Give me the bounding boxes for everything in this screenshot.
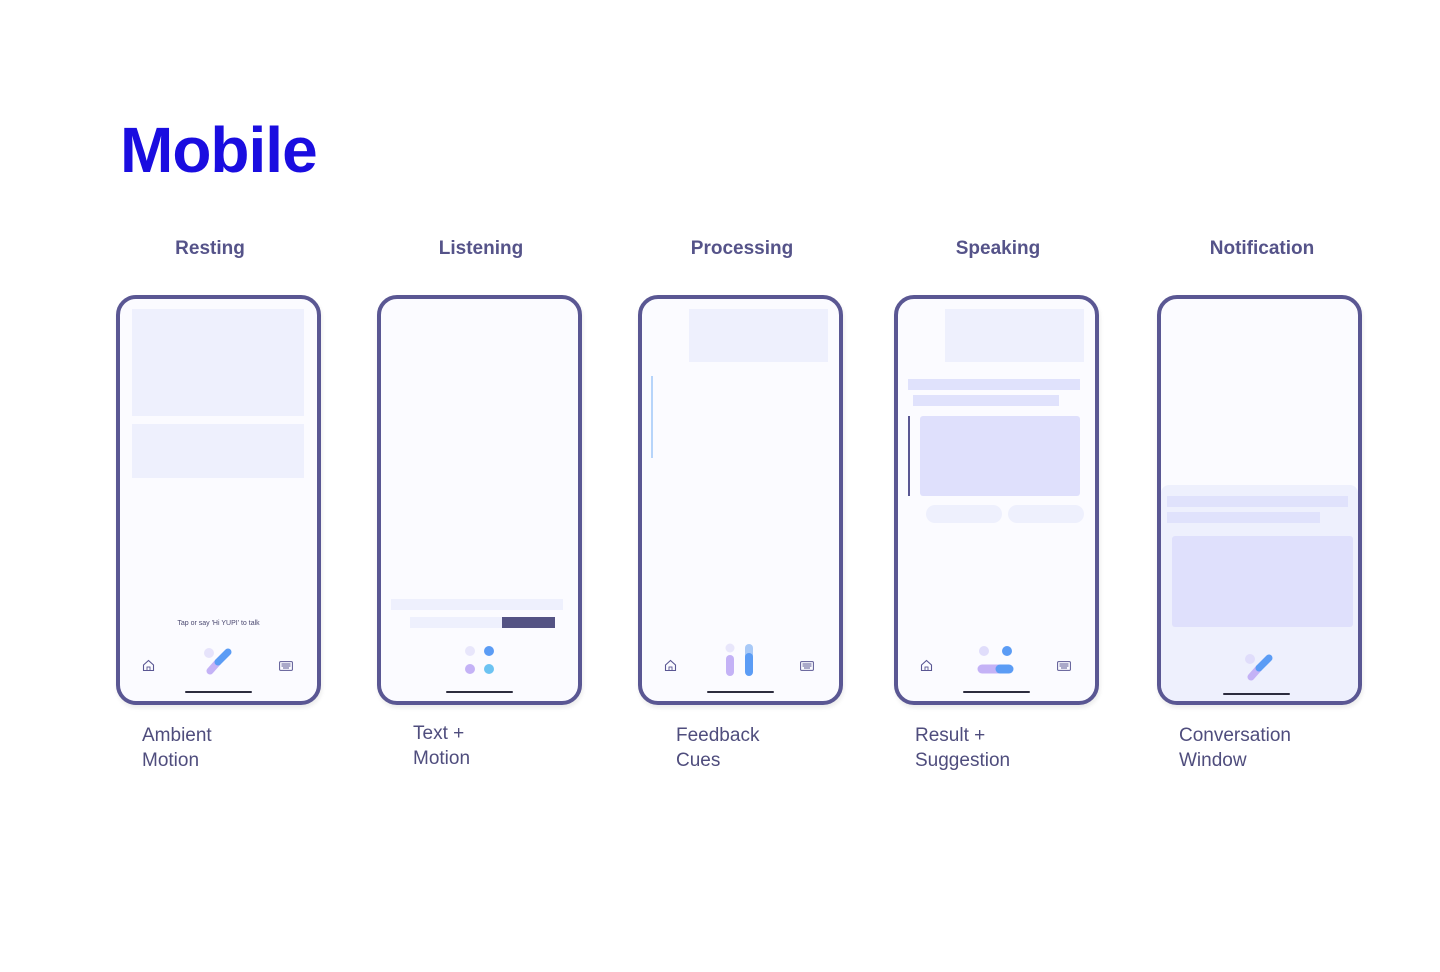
phone-notification	[1157, 295, 1362, 705]
resting-prompt: Tap or say 'Hi YUPI' to talk	[177, 620, 260, 627]
caption-processing: Feedback Cues	[676, 725, 760, 771]
home-icon[interactable]	[142, 659, 155, 672]
state-label-notification: Notification	[1209, 238, 1315, 259]
processing-bars-icon	[725, 643, 753, 676]
query-card	[689, 309, 828, 362]
notification-line	[1167, 512, 1320, 523]
answer-line	[913, 395, 1059, 406]
phone-processing	[638, 295, 843, 705]
home-indicator	[963, 691, 1030, 693]
phone-listening	[377, 295, 582, 705]
transcript-line	[391, 599, 563, 610]
suggestion-chip[interactable]	[926, 505, 1002, 523]
assistant-orb-icon[interactable]	[200, 643, 240, 679]
notification-line	[1167, 496, 1348, 507]
state-label-listening: Listening	[438, 238, 524, 259]
home-indicator	[185, 691, 252, 693]
page-title: Mobile	[120, 114, 318, 186]
content-card	[132, 424, 304, 478]
assistant-orb-icon[interactable]	[1241, 649, 1281, 685]
answer-line	[908, 379, 1080, 390]
notification-card	[1172, 536, 1353, 627]
query-card	[945, 309, 1084, 362]
phone-speaking	[894, 295, 1099, 705]
result-card	[920, 416, 1080, 496]
progress-line	[651, 376, 653, 458]
keyboard-icon[interactable]	[1057, 661, 1071, 671]
home-icon[interactable]	[664, 659, 677, 672]
typing-bar	[502, 617, 555, 628]
state-label-speaking: Speaking	[955, 238, 1041, 259]
home-indicator	[707, 691, 774, 693]
speaking-wave-icon	[977, 646, 1014, 674]
keyboard-icon[interactable]	[279, 661, 293, 671]
content-card	[132, 309, 304, 416]
home-indicator	[1223, 693, 1290, 695]
caption-listening: Text + Motion	[413, 723, 471, 769]
keyboard-icon[interactable]	[800, 661, 814, 671]
state-label-resting: Resting	[175, 238, 245, 259]
caption-notification: Conversation Window	[1179, 725, 1291, 771]
caption-speaking: Result + Suggestion	[915, 725, 1011, 771]
result-accent	[908, 416, 910, 496]
home-indicator	[446, 691, 513, 693]
suggestion-chip[interactable]	[1008, 505, 1084, 523]
state-label-processing: Processing	[690, 238, 794, 259]
transcript-line	[410, 617, 502, 628]
phone-resting: Tap or say 'Hi YUPI' to talk	[116, 295, 321, 705]
caption-resting: Ambient Motion	[142, 725, 212, 771]
listening-dots-icon	[465, 646, 494, 674]
home-icon[interactable]	[920, 659, 933, 672]
